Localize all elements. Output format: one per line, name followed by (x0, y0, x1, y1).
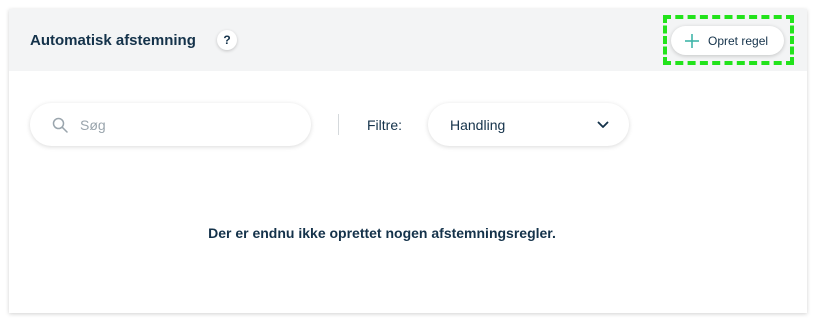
search-icon (52, 117, 68, 133)
help-button[interactable]: ? (217, 30, 237, 50)
toolbar-divider (338, 114, 339, 135)
create-rule-label: Opret regel (708, 33, 769, 48)
search-input[interactable] (80, 116, 280, 133)
action-filter-value: Handling (450, 116, 506, 133)
card-header: Automatisk afstemning ? Opret regel (9, 9, 807, 71)
search-box[interactable] (30, 103, 311, 146)
chevron-down-icon (597, 121, 609, 128)
filter-label: Filtre: (367, 117, 402, 133)
page-title: Automatisk afstemning (30, 32, 196, 49)
reconciliation-card: Automatisk afstemning ? Opret regel Filt… (9, 9, 807, 313)
empty-state-message: Der er endnu ikke oprettet nogen afstemn… (208, 225, 556, 241)
action-filter-select[interactable]: Handling (428, 103, 629, 146)
create-rule-button[interactable]: Opret regel (671, 26, 784, 55)
plus-icon (685, 33, 699, 48)
